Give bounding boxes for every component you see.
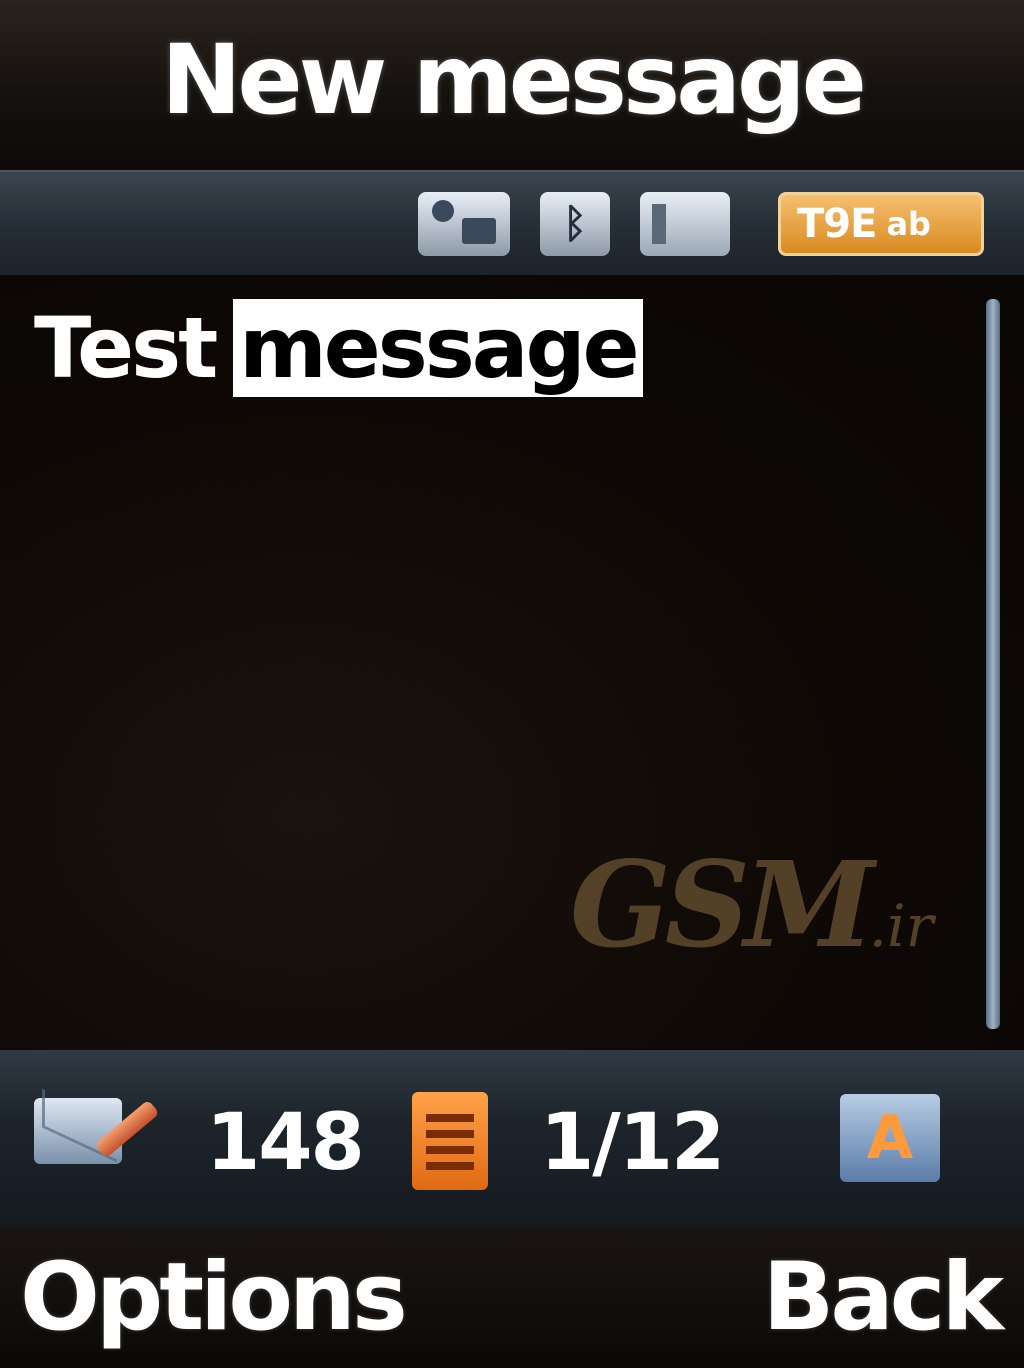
watermark-logo: GSM.ir xyxy=(570,835,933,974)
back-softkey[interactable]: Back xyxy=(763,1243,1004,1352)
message-text-plain: Test xyxy=(34,299,218,397)
t9-label: T9E xyxy=(797,201,877,247)
chars-remaining: 148 xyxy=(206,1098,365,1188)
options-softkey[interactable]: Options xyxy=(20,1243,408,1352)
title-bar: New message xyxy=(0,0,1024,170)
memory-card-icon xyxy=(640,192,730,256)
softkey-bar: Options Back xyxy=(0,1225,1024,1368)
page-icon xyxy=(412,1092,488,1190)
page-counter: 1/12 xyxy=(540,1098,725,1188)
watermark-suffix: .ir xyxy=(868,892,934,960)
bluetooth-icon: ᛒ xyxy=(540,192,610,256)
contact-pair-icon xyxy=(418,192,510,256)
message-editor[interactable]: Test message GSM.ir xyxy=(0,275,1024,1050)
t9-input-mode-icon: T9E ab xyxy=(778,192,984,256)
message-info-bar: 148 1/12 A xyxy=(0,1050,1024,1225)
watermark-main: GSM xyxy=(570,835,875,974)
scrollbar[interactable] xyxy=(986,299,1000,1029)
input-case-icon: A xyxy=(840,1094,940,1182)
message-text-selected[interactable]: message xyxy=(233,299,643,397)
status-indicator-row: ᛒ T9E ab xyxy=(0,170,1024,277)
message-text[interactable]: Test message xyxy=(34,293,643,403)
input-case-glyph: A xyxy=(866,1103,914,1173)
page-title: New message xyxy=(161,24,867,136)
t9-sublabel: ab xyxy=(886,205,931,243)
